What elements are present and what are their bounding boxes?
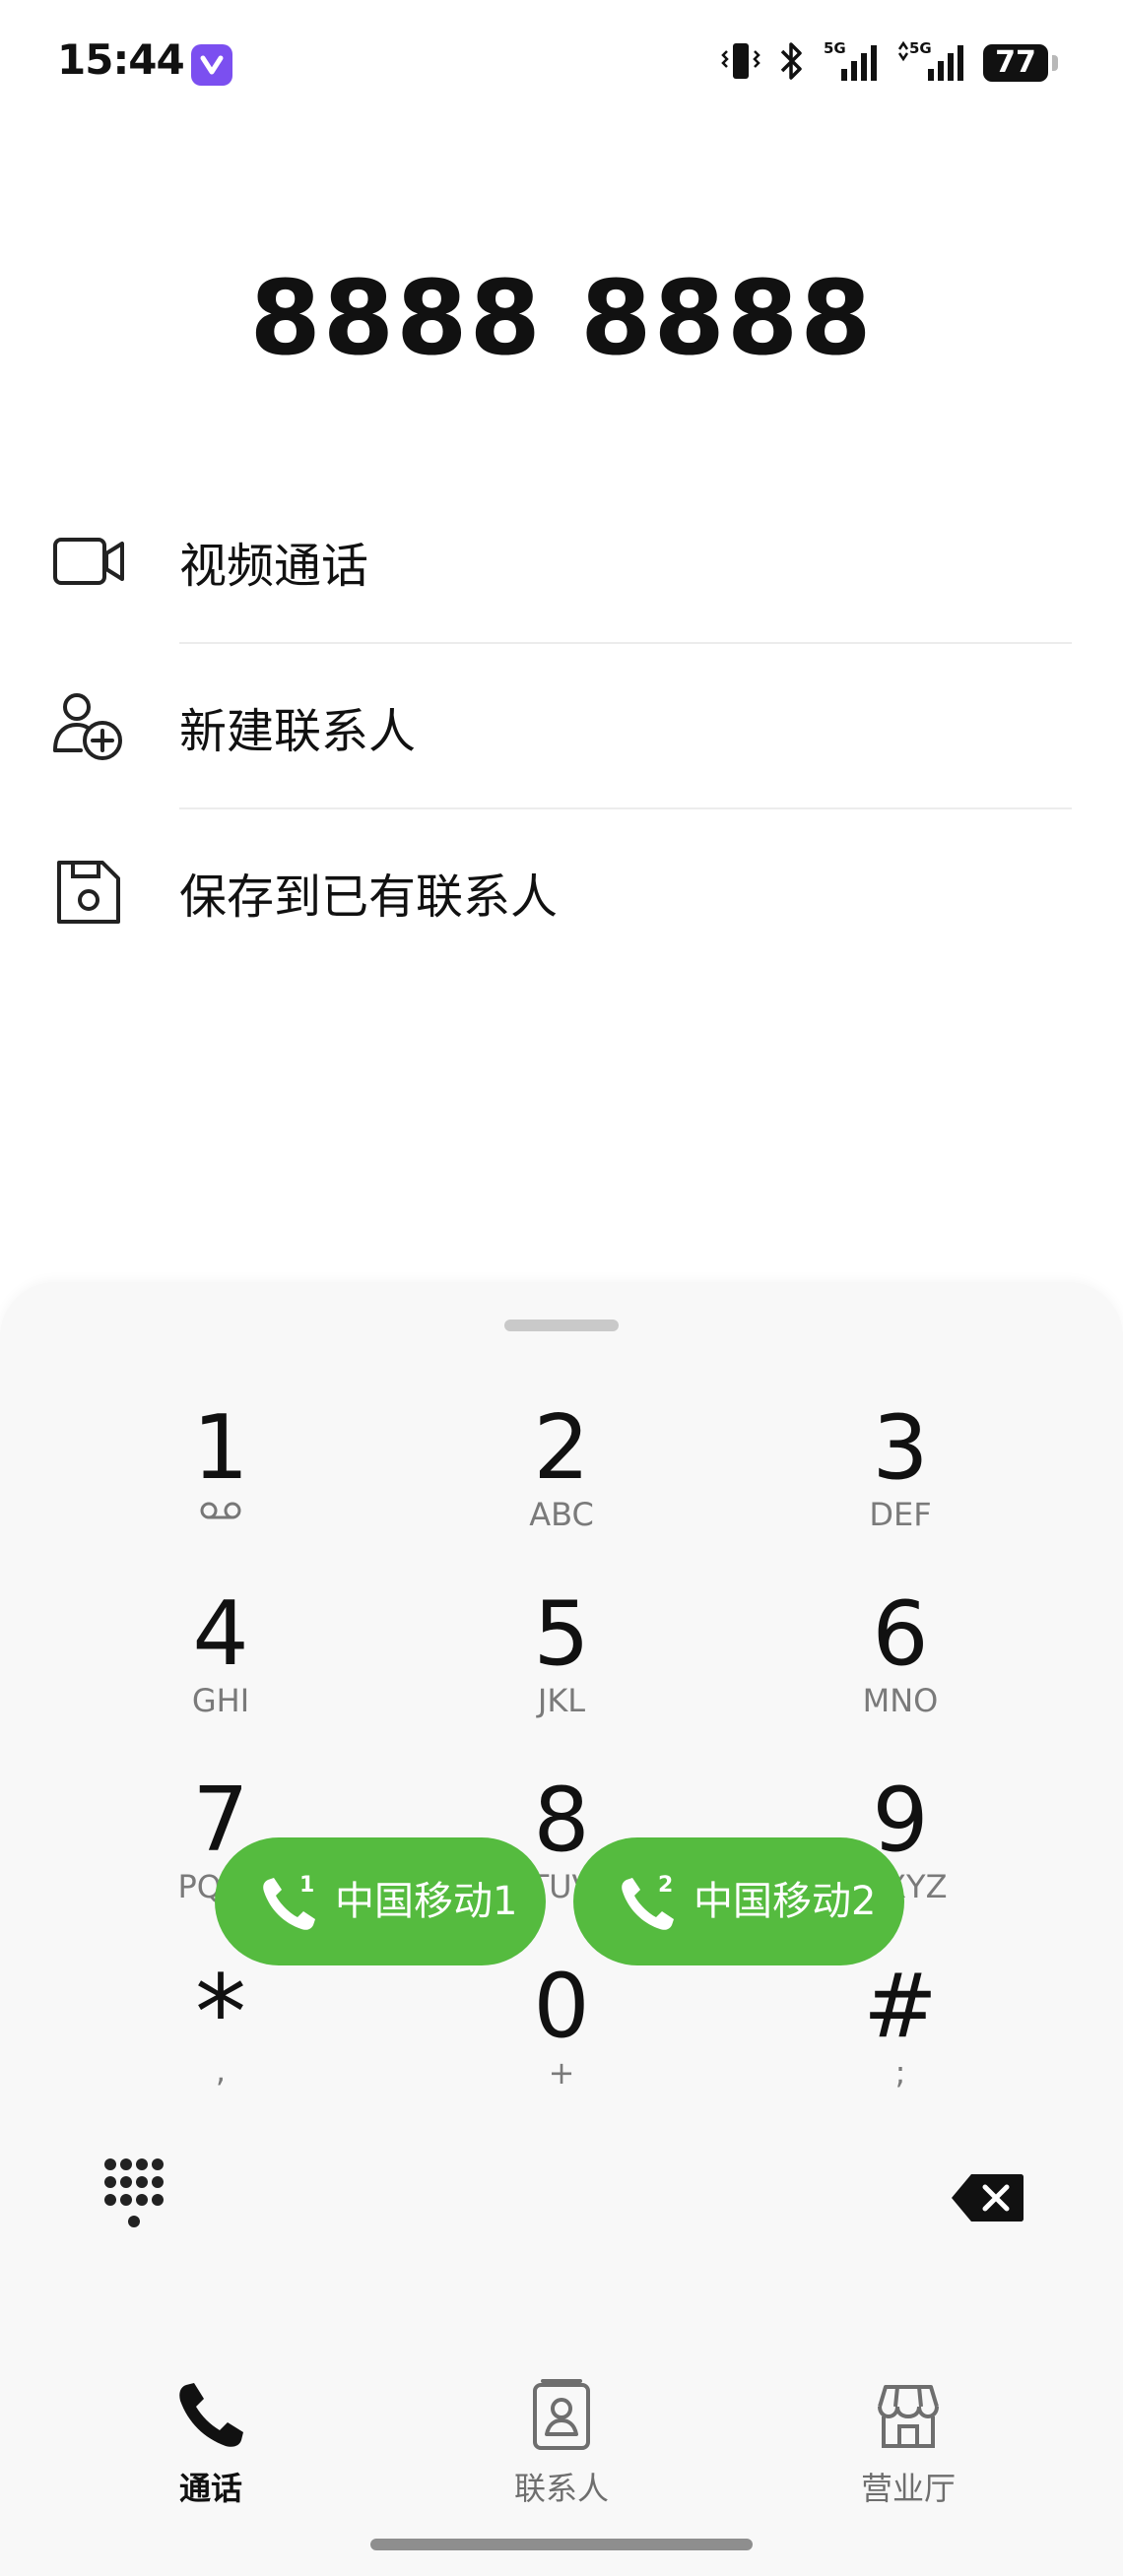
key-letters: GHI	[191, 1682, 250, 1719]
key-letters: ;	[894, 2054, 906, 2092]
nav-calls[interactable]: 通话	[102, 2379, 319, 2517]
key-digit: 6	[872, 1582, 929, 1686]
phone-icon	[174, 2379, 247, 2452]
key-digit: 1	[192, 1396, 249, 1500]
battery-indicator: 77	[983, 44, 1058, 82]
key-digit: 0	[533, 1955, 590, 2058]
voice-message-app-icon	[191, 44, 232, 86]
nav-contacts-label: 联系人	[513, 2470, 609, 2507]
call-sim1-button[interactable]: 1 中国移动1	[215, 1837, 546, 1965]
phone-sim2-icon: 2	[617, 1872, 682, 1935]
home-indicator[interactable]	[370, 2539, 753, 2550]
contacts-icon	[525, 2379, 598, 2452]
dialpad-key-2[interactable]: 2 ABC	[453, 1403, 670, 1571]
key-digit: 3	[872, 1396, 929, 1500]
sim-badge: 1	[299, 1873, 314, 1898]
5g-signal-icon: 5G	[824, 39, 879, 87]
key-letters: DEF	[869, 1496, 932, 1533]
key-digit: #	[863, 1955, 938, 2058]
sim-badge: 2	[658, 1873, 673, 1898]
store-icon	[872, 2379, 945, 2452]
dialpad-key-4[interactable]: 4 GHI	[112, 1589, 329, 1757]
sim2-label: 中国移动2	[694, 1879, 877, 1924]
sheet-drag-handle[interactable]	[504, 1320, 619, 1331]
battery-level: 77	[995, 45, 1036, 80]
new-contact-label: 新建联系人	[179, 704, 417, 759]
save-to-existing-contact-label: 保存到已有联系人	[179, 869, 559, 925]
network-type-label: 5G	[824, 39, 846, 57]
key-digit: 4	[192, 1582, 249, 1686]
add-contact-icon	[51, 689, 126, 764]
dialpad-key-1[interactable]: 1	[112, 1403, 329, 1571]
video-camera-icon	[51, 524, 126, 599]
backspace-icon[interactable]	[950, 2172, 1024, 2227]
dialpad-key-hash[interactable]: # ;	[792, 1962, 1009, 2129]
network-type-label: 5G	[909, 39, 932, 57]
save-to-existing-contact-action[interactable]: 保存到已有联系人	[0, 809, 1123, 975]
5g-signal-icon: 5G	[896, 39, 965, 87]
dialpad-key-6[interactable]: 6 MNO	[792, 1589, 1009, 1757]
sim1-label: 中国移动1	[335, 1879, 518, 1924]
key-letters: JKL	[537, 1682, 586, 1719]
key-letters: MNO	[862, 1682, 939, 1719]
nav-store[interactable]: 营业厅	[800, 2379, 1017, 2517]
call-sim2-button[interactable]: 2 中国移动2	[573, 1837, 904, 1965]
save-icon	[51, 855, 126, 930]
voicemail-icon	[112, 1500, 329, 1525]
phone-sim1-icon: 1	[258, 1872, 323, 1935]
bluetooth-icon	[778, 39, 806, 87]
status-bar: 15:44 5G 5G 77	[0, 0, 1123, 128]
key-letters: +	[548, 2054, 575, 2092]
video-call-action[interactable]: 视频通话	[0, 479, 1123, 644]
status-icons: 5G 5G 77	[721, 39, 1058, 87]
dialpad-toggle-icon[interactable]	[102, 2157, 165, 2241]
key-letters: ABC	[529, 1496, 594, 1533]
dialed-number: 8888 8888	[249, 258, 874, 378]
key-digit: 5	[533, 1582, 590, 1686]
nav-calls-label: 通话	[178, 2470, 242, 2507]
vibrate-icon	[721, 39, 760, 87]
nav-contacts[interactable]: 联系人	[453, 2379, 670, 2517]
status-time: 15:44	[57, 35, 185, 84]
dialpad-key-3[interactable]: 3 DEF	[792, 1403, 1009, 1571]
dialpad-key-star[interactable]: * ,	[112, 1962, 329, 2129]
key-digit: *	[195, 1953, 246, 2073]
new-contact-action[interactable]: 新建联系人	[0, 644, 1123, 809]
key-letters: ,	[215, 2052, 227, 2090]
dialpad-key-0[interactable]: 0 +	[453, 1962, 670, 2129]
key-digit: 2	[533, 1396, 590, 1500]
video-call-label: 视频通话	[179, 539, 369, 594]
dialpad-key-5[interactable]: 5 JKL	[453, 1589, 670, 1757]
nav-store-label: 营业厅	[860, 2470, 956, 2507]
